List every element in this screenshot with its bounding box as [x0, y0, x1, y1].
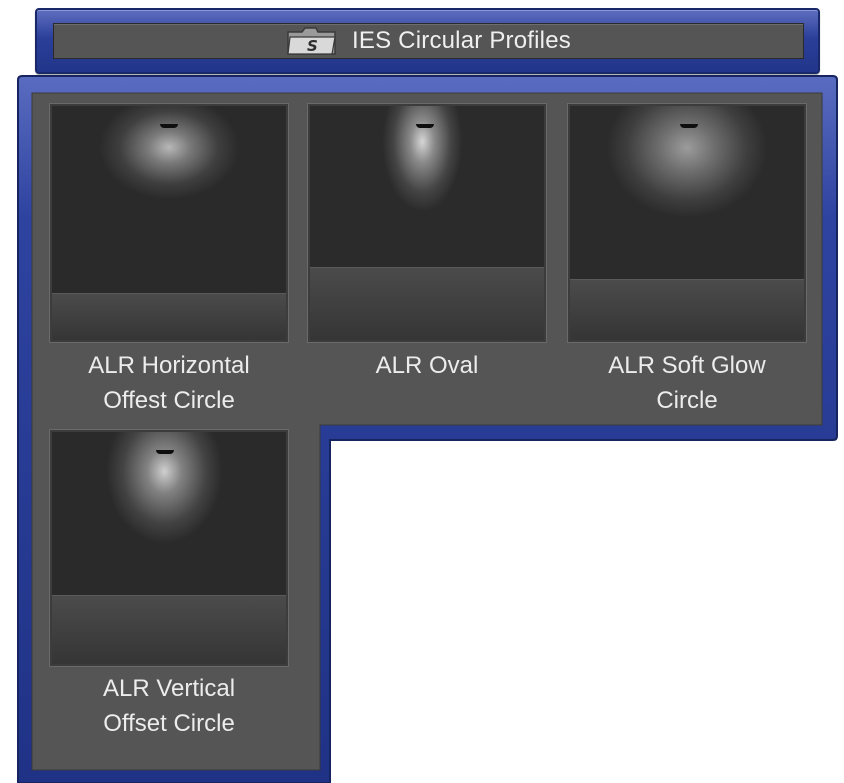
profile-label-line: ALR Soft Glow — [608, 352, 766, 379]
light-preview — [52, 432, 286, 596]
profile-label-line: ALR Vertical — [102, 675, 236, 702]
light-preview — [52, 106, 286, 294]
profile-label-line: Offset Circle — [103, 710, 235, 737]
profile-label-line: Offest Circle — [103, 387, 235, 414]
light-fixture — [680, 124, 698, 128]
profile-label: ALR Horizontal Offest Circle — [49, 348, 289, 418]
profile-label-line: ALR Oval — [375, 352, 479, 379]
floor-plane — [310, 267, 544, 340]
light-preview — [570, 106, 804, 280]
profile-thumbnail[interactable] — [567, 103, 807, 343]
profile-label: ALR Vertical Offset Circle — [49, 671, 289, 741]
profile-thumbnail[interactable] — [49, 429, 289, 667]
profile-label: ALR Soft Glow Circle — [567, 348, 807, 418]
profile-label-line: ALR Horizontal — [88, 352, 250, 379]
floor-plane — [52, 293, 286, 340]
light-fixture — [416, 124, 434, 128]
profile-label: ALR Oval — [307, 348, 547, 383]
floor-plane — [570, 279, 804, 340]
light-fixture — [160, 124, 178, 128]
ies-library-window: S IES Circular Profiles ALR Horizontal O… — [0, 0, 844, 783]
profile-thumbnail[interactable] — [307, 103, 547, 343]
light-preview — [310, 106, 544, 268]
floor-plane — [52, 595, 286, 664]
profile-label-line: Circle — [656, 387, 718, 414]
light-fixture — [156, 450, 174, 454]
profile-thumbnail[interactable] — [49, 103, 289, 343]
